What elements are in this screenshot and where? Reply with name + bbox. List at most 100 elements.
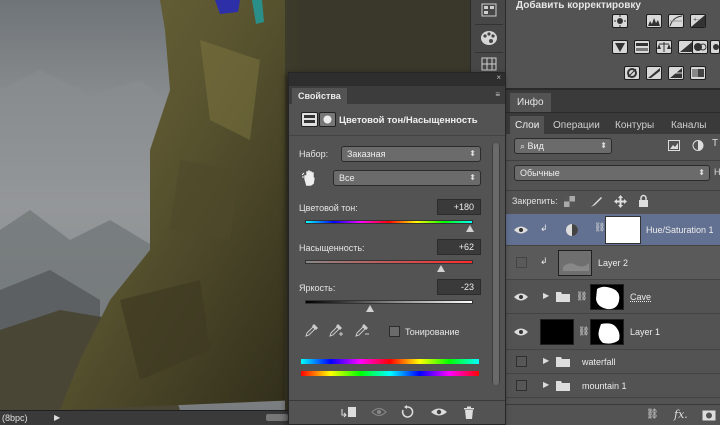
visibility-toggle[interactable] <box>516 257 527 268</box>
lightness-value-field[interactable]: -23 <box>437 279 481 295</box>
scrollbar-knob[interactable] <box>493 143 499 385</box>
layer-row-cave[interactable]: ▶ ⛓ Cave <box>506 280 720 314</box>
vibrance-icon[interactable] <box>612 40 628 54</box>
visibility-toggle[interactable] <box>516 380 527 391</box>
blend-mode-select[interactable]: Обычные ⬍ <box>514 165 710 181</box>
curves-icon[interactable] <box>668 14 684 28</box>
layer-filter-value: Вид <box>527 141 544 151</box>
lock-paint-brush-icon[interactable] <box>590 195 603 210</box>
eye-icon[interactable] <box>514 225 528 235</box>
link-chain-icon[interactable]: ⛓ <box>576 291 587 302</box>
add-mask-icon[interactable] <box>702 410 716 423</box>
close-icon[interactable]: × <box>496 73 501 82</box>
saturation-value-field[interactable]: +62 <box>437 239 481 255</box>
color-palette-icon[interactable] <box>478 28 500 48</box>
toggle-visibility-eye-icon[interactable] <box>429 404 449 420</box>
status-menu-arrow-icon[interactable]: ▶ <box>54 411 60 425</box>
channel-select[interactable]: Все ⬍ <box>333 170 481 186</box>
channel-value: Все <box>339 173 355 183</box>
info-tabbar: Инфо <box>506 90 720 112</box>
layer-row-layer-1[interactable]: ⛓ Layer 1 <box>506 314 720 350</box>
hue-label: Цветовой тон: <box>299 203 358 213</box>
exposure-icon[interactable]: +- <box>690 14 706 28</box>
layer-mask-thumbnail[interactable] <box>590 319 624 345</box>
folder-icon <box>556 292 570 302</box>
layer-row-layer-2[interactable]: ↲ Layer 2 <box>506 246 720 280</box>
lock-all-icon[interactable] <box>638 194 649 209</box>
tab-paths[interactable]: Контуры <box>610 116 659 135</box>
lock-move-icon[interactable] <box>614 195 627 210</box>
color-balance-icon[interactable] <box>656 40 672 54</box>
layer-row-waterfall[interactable]: ▶ waterfall <box>506 350 720 374</box>
layer-row-mountain-1[interactable]: ▶ mountain 1 <box>506 374 720 398</box>
fx-button[interactable]: fx. <box>674 408 688 421</box>
tab-history[interactable]: Операции <box>548 116 605 135</box>
opacity-label: Н <box>714 167 720 177</box>
layer-row-hue-saturation[interactable]: ↲ ⛓ Hue/Saturation 1 <box>506 214 720 246</box>
tab-properties[interactable]: Свойства <box>292 88 347 104</box>
eyedropper-icon[interactable] <box>305 323 319 339</box>
properties-body: Набор: Заказная ⬍ Все ⬍ Цветовой тон: +1… <box>289 137 487 403</box>
lock-transparent-icon[interactable] <box>564 196 575 209</box>
layer-mask-thumbnail[interactable] <box>590 284 624 310</box>
layer-name: waterfall <box>582 357 616 367</box>
chevron-updown-icon: ⬍ <box>698 168 705 177</box>
filter-image-icon[interactable] <box>668 140 680 153</box>
layer-name: Cave <box>630 292 652 302</box>
tab-channels[interactable]: Каналы <box>666 116 712 135</box>
eye-icon[interactable] <box>514 327 528 337</box>
brightness-contrast-icon[interactable] <box>612 14 628 28</box>
hue-slider-track[interactable] <box>305 220 473 224</box>
panel-menu-icon[interactable]: ≡ <box>495 90 500 99</box>
hue-saturation-icon[interactable] <box>634 40 650 54</box>
properties-titlebar[interactable]: × <box>289 73 505 86</box>
invert-icon[interactable] <box>624 66 640 80</box>
layer-mask-thumbnail[interactable] <box>605 216 641 244</box>
visibility-toggle[interactable] <box>516 356 527 367</box>
eyedropper-minus-icon[interactable] <box>355 323 371 339</box>
expand-arrow-icon[interactable]: ▶ <box>543 356 549 365</box>
clip-to-layer-icon[interactable] <box>339 404 359 420</box>
preset-select[interactable]: Заказная ⬍ <box>341 146 481 162</box>
layer-filter-row: ⌕ Вид ⬍ T <box>506 134 720 158</box>
targeted-adjustment-hand-icon[interactable] <box>301 169 318 189</box>
link-chain-icon[interactable]: ⛓ <box>578 326 589 337</box>
eye-icon[interactable] <box>514 292 528 302</box>
expand-arrow-icon[interactable]: ▶ <box>543 380 549 389</box>
channel-mixer-icon[interactable] <box>710 40 720 54</box>
lock-row: Закрепить: <box>506 190 720 212</box>
threshold-icon[interactable] <box>668 66 684 80</box>
saturation-slider-thumb[interactable] <box>437 265 446 272</box>
photo-filter-icon[interactable] <box>692 40 708 54</box>
link-layers-icon[interactable]: ⛓ <box>646 409 659 420</box>
hue-value-field[interactable]: +180 <box>437 199 481 215</box>
layer-mask-icon[interactable] <box>319 112 336 127</box>
lightness-slider-thumb[interactable] <box>365 305 374 312</box>
gradient-map-icon[interactable] <box>690 66 706 80</box>
swatches-icon[interactable] <box>478 0 500 20</box>
posterize-icon[interactable] <box>646 66 662 80</box>
filter-adjustment-icon[interactable] <box>692 140 704 153</box>
eyedropper-plus-icon[interactable] <box>329 323 345 339</box>
link-chain-icon[interactable]: ⛓ <box>594 222 605 233</box>
tab-info[interactable]: Инфо <box>510 93 551 112</box>
lightness-slider-track[interactable] <box>305 300 473 304</box>
filter-type-icon[interactable]: T <box>712 138 718 149</box>
tab-layers[interactable]: Слои <box>510 116 545 135</box>
lightness-label: Яркость: <box>299 283 336 293</box>
levels-icon[interactable] <box>646 14 662 28</box>
saturation-slider-track[interactable] <box>305 260 473 264</box>
properties-scrollbar[interactable] <box>492 143 500 385</box>
view-previous-state-icon[interactable] <box>369 404 389 420</box>
chevron-updown-icon: ⬍ <box>469 173 476 182</box>
horizontal-scroll-handle[interactable] <box>266 414 288 421</box>
trash-icon[interactable] <box>459 404 479 420</box>
layer-filter-select[interactable]: ⌕ Вид ⬍ <box>514 138 612 154</box>
hue-slider-thumb[interactable] <box>465 225 474 232</box>
expand-arrow-icon[interactable]: ▶ <box>543 291 549 300</box>
grid-icon[interactable] <box>478 54 500 74</box>
reset-icon[interactable] <box>397 404 417 420</box>
colorize-checkbox[interactable] <box>389 326 400 337</box>
layer-name: Layer 2 <box>598 258 629 268</box>
adjustment-layer-hue-icon[interactable] <box>301 112 318 127</box>
